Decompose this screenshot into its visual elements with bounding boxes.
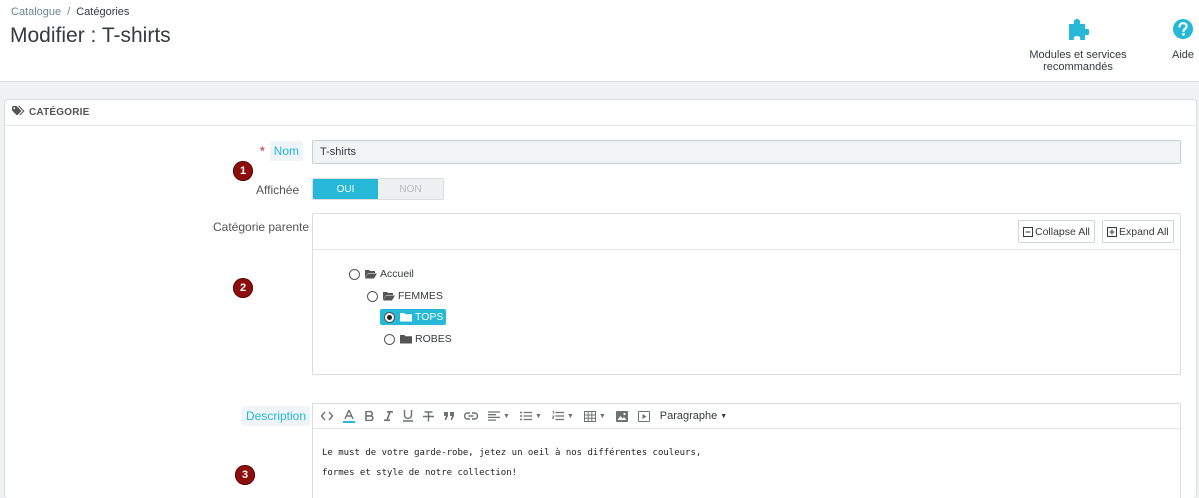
tree-item-femmes[interactable]: FEMMES: [367, 290, 443, 302]
tree-radio-checked[interactable]: [384, 311, 395, 323]
breadcrumb-current[interactable]: Catégories: [76, 6, 129, 18]
category-panel: CATÉGORIE * Nom Affichée OUI NON Catégori…: [4, 99, 1197, 498]
table-dropdown[interactable]: ▼: [583, 410, 606, 422]
tree-item-robes[interactable]: ROBES: [384, 333, 452, 345]
name-label-text: Nom: [269, 141, 304, 161]
numbered-list-dropdown[interactable]: ▼: [551, 411, 574, 421]
bullet-list-dropdown[interactable]: ▼: [519, 411, 542, 421]
breadcrumb: Catalogue / Catégories: [11, 6, 129, 18]
tag-icon: [12, 106, 29, 119]
text-color-icon: [343, 409, 355, 423]
tree-item-label: Accueil: [380, 268, 414, 280]
breadcrumb-catalogue-link[interactable]: Catalogue: [11, 6, 61, 18]
displayed-label: Affichée: [256, 183, 300, 197]
recommended-modules-button[interactable]: Modules et services recommandés: [996, 18, 1160, 73]
displayed-yes-option[interactable]: OUI: [313, 179, 378, 199]
help-label: Aide: [1171, 49, 1195, 61]
strikethrough-button[interactable]: [423, 410, 434, 422]
bullet-list-icon: [519, 411, 532, 421]
format-dropdown-label: Paragraphe: [659, 410, 718, 422]
collapse-icon: [1023, 226, 1033, 237]
marker-3: 3: [235, 465, 255, 485]
tree-item-label: TOPS: [415, 311, 444, 323]
name-label: * Nom: [260, 141, 304, 161]
chevron-down-icon: ▼: [566, 412, 574, 420]
expand-all-label: Expand All: [1119, 225, 1169, 238]
chevron-down-icon: ▼: [598, 412, 606, 420]
strikethrough-icon: [423, 410, 434, 421]
parent-category-label: Catégorie parente: [213, 220, 310, 234]
help-button[interactable]: Aide: [1168, 18, 1198, 61]
collapse-all-label: Collapse All: [1035, 225, 1090, 238]
table-icon: [583, 410, 596, 422]
folder-icon: [400, 313, 412, 322]
link-icon: [464, 412, 478, 420]
link-button[interactable]: [464, 412, 478, 420]
collapse-all-button[interactable]: Collapse All: [1018, 220, 1095, 243]
insert-media-button[interactable]: [637, 410, 650, 422]
page-header: Catalogue / Catégories Modifier : T-shirts…: [0, 0, 1199, 82]
displayed-toggle[interactable]: OUI NON: [312, 178, 444, 200]
folder-open-icon: [383, 292, 395, 301]
bold-icon: [365, 411, 374, 421]
align-dropdown[interactable]: ▼: [488, 411, 510, 421]
text-color-button[interactable]: [343, 409, 355, 423]
panel-heading: CATÉGORIE: [5, 100, 1196, 126]
editor-toolbar: ▼ ▼ ▼ ▼ Paragraphe ▼: [313, 404, 1180, 429]
code-icon: [321, 411, 333, 421]
marker-2: 2: [233, 278, 253, 298]
panel-heading-text: CATÉGORIE: [29, 107, 90, 118]
expand-icon: [1107, 226, 1117, 237]
tree-toolbar: Collapse All Expand All: [313, 214, 1180, 250]
editor-content[interactable]: Le must de votre garde-robe, jetez un oe…: [313, 429, 1180, 497]
description-label: Description: [242, 406, 311, 426]
description-label-text: Description: [242, 406, 311, 426]
blockquote-button[interactable]: [444, 412, 454, 420]
tree-item-label: FEMMES: [398, 290, 443, 302]
recommended-modules-label: Modules et services recommandés: [1029, 49, 1127, 73]
chevron-down-icon: ▼: [534, 412, 542, 420]
marker-1: 1: [233, 161, 253, 181]
format-dropdown[interactable]: Paragraphe ▼: [660, 410, 727, 422]
chevron-down-icon: ▼: [503, 412, 510, 420]
tree-radio[interactable]: [384, 333, 395, 345]
tree-radio[interactable]: [367, 290, 378, 302]
italic-button[interactable]: [384, 411, 393, 421]
underline-button[interactable]: [403, 410, 413, 422]
image-icon: [615, 410, 628, 422]
name-field[interactable]: [312, 140, 1181, 164]
insert-image-button[interactable]: [615, 410, 628, 422]
puzzle-icon: [996, 18, 1160, 43]
tree-item-label: ROBES: [415, 333, 452, 345]
tree-item-tops[interactable]: TOPS: [380, 309, 447, 325]
help-icon: [1168, 18, 1198, 43]
tree-radio[interactable]: [349, 268, 360, 280]
category-tree: Collapse All Expand All Accueil FEMMES T…: [312, 213, 1181, 375]
source-code-button[interactable]: [321, 411, 333, 421]
page-title: Modifier : T-shirts: [10, 24, 171, 47]
expand-all-button[interactable]: Expand All: [1102, 220, 1174, 243]
underline-icon: [403, 410, 413, 422]
media-icon: [637, 410, 650, 422]
description-line: Le must de votre garde-robe, jetez un oe…: [322, 448, 702, 458]
chevron-down-icon: ▼: [720, 412, 728, 420]
description-line: formes et style de notre collection!: [322, 468, 518, 478]
quote-icon: [444, 412, 454, 420]
folder-open-icon: [365, 270, 377, 279]
required-mark: *: [260, 144, 265, 158]
description-editor: ▼ ▼ ▼ ▼ Paragraphe ▼ Le must de votre gar…: [312, 403, 1181, 498]
bold-button[interactable]: [365, 411, 374, 421]
displayed-no-option[interactable]: NON: [378, 179, 443, 199]
align-left-icon: [488, 411, 500, 421]
breadcrumb-separator: /: [67, 6, 71, 18]
italic-icon: [384, 411, 393, 421]
numbered-list-icon: [551, 411, 564, 421]
folder-icon: [400, 335, 412, 344]
tree-item-accueil[interactable]: Accueil: [349, 268, 414, 280]
